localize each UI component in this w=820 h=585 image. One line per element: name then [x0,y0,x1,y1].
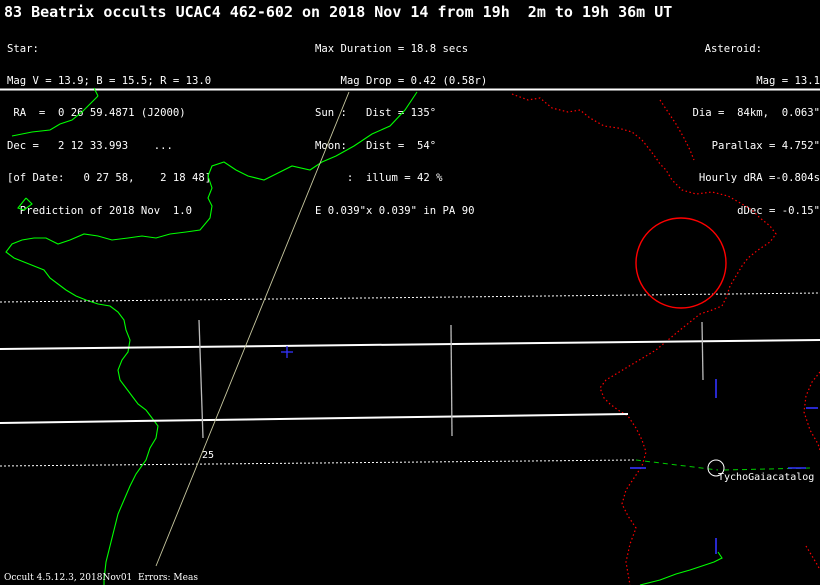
ground-track [155,91,350,567]
coastline [5,91,418,585]
country-border-south [805,545,820,571]
occultation-path-map[interactable]: 25 TychoGaiacatalog [0,0,820,585]
coastline-north [11,87,99,137]
northern-path-limit [0,339,820,350]
southern-path-limit [0,413,629,424]
coastline-inlet [17,197,33,211]
software-footer: Occult 4.5.12.3, 2018Nov01 Errors: Meas [4,573,198,583]
northern-sigma-limit [0,292,820,303]
country-border-north [659,99,695,161]
time-tick-3 [701,321,704,381]
country-border [511,93,777,585]
site-marker-cross[interactable] [281,346,293,358]
time-tick-2 [450,324,453,437]
country-border-east [803,371,820,451]
site-label: TychoGaiacatalog [718,472,814,483]
coastline-south [639,551,723,585]
site-track [635,459,719,471]
southern-sigma-limit [0,459,636,467]
time-label: 25 [202,450,214,461]
